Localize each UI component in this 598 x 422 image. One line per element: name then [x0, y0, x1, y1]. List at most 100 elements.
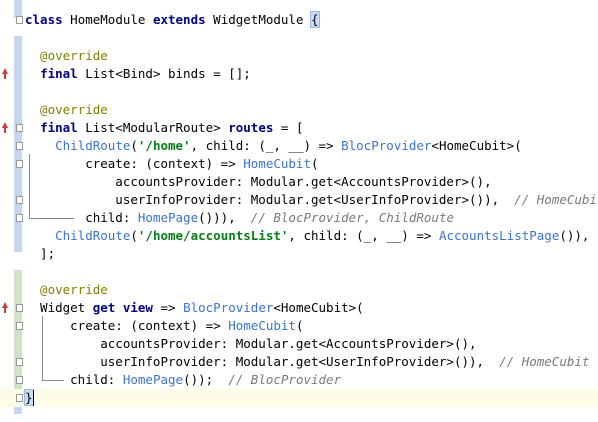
override-arrow-icon[interactable]: [0, 302, 10, 314]
code-line[interactable]: ChildRoute('/home', child: (_, __) => Bl…: [0, 137, 598, 155]
fold-marker-icon[interactable]: [16, 124, 23, 132]
fold-marker-icon[interactable]: [16, 214, 23, 222]
identifier: BlocProvider: [341, 138, 432, 153]
code-line[interactable]: [0, 29, 598, 47]
code-line[interactable]: }: [0, 389, 598, 407]
code-line[interactable]: @override: [0, 101, 598, 119]
fold-marker-icon[interactable]: [16, 196, 23, 204]
code-comment: // BlocProvider, ChildRoute: [250, 210, 454, 225]
annotation: @override: [25, 48, 108, 63]
code-token: (: [310, 156, 319, 171]
string-literal: '/home/accountsList': [137, 228, 289, 243]
override-arrow-icon[interactable]: [0, 68, 10, 80]
fold-marker-icon[interactable]: [16, 376, 23, 384]
fold-marker-icon[interactable]: [16, 358, 23, 366]
code-token: , child: (_, __) =>: [288, 228, 439, 243]
fold-marker-icon[interactable]: [16, 304, 23, 312]
code-token: HomeModule: [62, 12, 153, 27]
code-line[interactable]: child: HomePage()); // BlocProvider: [0, 371, 598, 389]
code-line[interactable]: accountsProvider: Modular.get<AccountsPr…: [0, 173, 598, 191]
matched-brace: {: [310, 11, 320, 28]
code-token: List<ModularRoute>: [77, 120, 229, 135]
identifier: BlocProvider: [183, 300, 274, 315]
code-line-text: @override: [25, 101, 108, 119]
code-line-text: accountsProvider: Modular.get<AccountsPr…: [25, 335, 477, 353]
code-token: ());: [183, 372, 229, 387]
fold-marker-icon[interactable]: [16, 142, 23, 150]
code-token: userInfoProvider: Modular.get<UserInfoPr…: [25, 354, 500, 369]
identifier: HomeCubit: [228, 318, 296, 333]
code-line-text: accountsProvider: Modular.get<AccountsPr…: [25, 173, 492, 191]
code-line[interactable]: create: (context) => HomeCubit(: [0, 155, 598, 173]
code-line[interactable]: userInfoProvider: Modular.get<UserInfoPr…: [0, 191, 598, 209]
code-line-text: userInfoProvider: Modular.get<UserInfoPr…: [25, 353, 589, 371]
indent-guide: [42, 316, 43, 380]
indent-guide: [29, 218, 74, 219]
code-line-text: final List<ModularRoute> routes = [: [25, 119, 303, 137]
fold-marker-icon[interactable]: [16, 322, 23, 330]
code-token: =>: [152, 300, 184, 315]
code-token: <HomeCubit>(: [273, 300, 364, 315]
code-line[interactable]: [0, 83, 598, 101]
code-line[interactable]: create: (context) => HomeCubit(: [0, 317, 598, 335]
code-line-text: create: (context) => HomeCubit(: [25, 317, 303, 335]
fold-marker-icon[interactable]: [16, 394, 23, 402]
code-line[interactable]: final List<Bind> binds = [];: [0, 65, 598, 83]
override-arrow-icon[interactable]: [0, 122, 10, 134]
code-token: WidgetModule: [205, 12, 311, 27]
code-token: ())),: [198, 210, 251, 225]
code-comment: // HomeCubit: [514, 192, 598, 207]
code-token: create: (context) =>: [25, 156, 244, 171]
keyword: extends: [152, 12, 206, 27]
string-literal: '/home': [137, 138, 191, 153]
code-line-text: ];: [25, 245, 55, 263]
code-line[interactable]: Widget get view => BlocProvider<HomeCubi…: [0, 299, 598, 317]
code-line-text: @override: [25, 281, 108, 299]
identifier: ChildRoute: [55, 138, 131, 153]
code-token: Widget: [25, 300, 93, 315]
identifier: HomePage: [122, 372, 184, 387]
code-line[interactable]: [0, 263, 598, 281]
identifier: HomePage: [137, 210, 199, 225]
code-line[interactable]: @override: [0, 281, 598, 299]
code-editor[interactable]: class HomeModule extends WidgetModule { …: [0, 0, 598, 422]
code-line[interactable]: accountsProvider: Modular.get<AccountsPr…: [0, 335, 598, 353]
code-token: (: [130, 228, 138, 243]
indent-guide: [42, 380, 64, 381]
code-line[interactable]: @override: [0, 47, 598, 65]
code-line[interactable]: child: HomePage())), // BlocProvider, Ch…: [0, 209, 598, 227]
identifier: AccountsListPage: [438, 228, 560, 243]
code-line[interactable]: ];: [0, 245, 598, 263]
code-token: accountsProvider: Modular.get<AccountsPr…: [25, 174, 492, 189]
keyword: final: [40, 66, 78, 81]
code-line-text: create: (context) => HomeCubit(: [25, 155, 319, 173]
keyword: class: [25, 12, 63, 27]
keyword: routes: [228, 120, 274, 135]
code-token: accountsProvider: Modular.get<AccountsPr…: [25, 336, 477, 351]
fold-marker-icon[interactable]: [16, 160, 23, 168]
code-line[interactable]: userInfoProvider: Modular.get<UserInfoPr…: [0, 353, 598, 371]
code-line-text: }: [24, 389, 34, 407]
code-comment: // BlocProvider: [228, 372, 342, 387]
keyword: final: [40, 120, 78, 135]
fold-marker-icon[interactable]: [16, 16, 23, 24]
indent-guide: [29, 154, 30, 218]
annotation: @override: [25, 282, 108, 297]
annotation: @override: [25, 102, 108, 117]
code-line-text: ChildRoute('/home/accountsList', child: …: [25, 227, 589, 245]
code-line-text: class HomeModule extends WidgetModule {: [25, 11, 320, 29]
code-line-text: Widget get view => BlocProvider<HomeCubi…: [25, 299, 364, 317]
code-token: , child: (_, __) =>: [190, 138, 342, 153]
code-line[interactable]: class HomeModule extends WidgetModule {: [0, 11, 598, 29]
code-token: ];: [25, 246, 56, 261]
matched-brace: }: [24, 389, 34, 406]
code-token: List<Bind> binds = [];: [77, 66, 251, 81]
code-line[interactable]: final List<ModularRoute> routes = [: [0, 119, 598, 137]
code-line-text: userInfoProvider: Modular.get<UserInfoPr…: [25, 191, 598, 209]
text-cursor: [33, 390, 34, 406]
code-line[interactable]: ChildRoute('/home/accountsList', child: …: [0, 227, 598, 245]
